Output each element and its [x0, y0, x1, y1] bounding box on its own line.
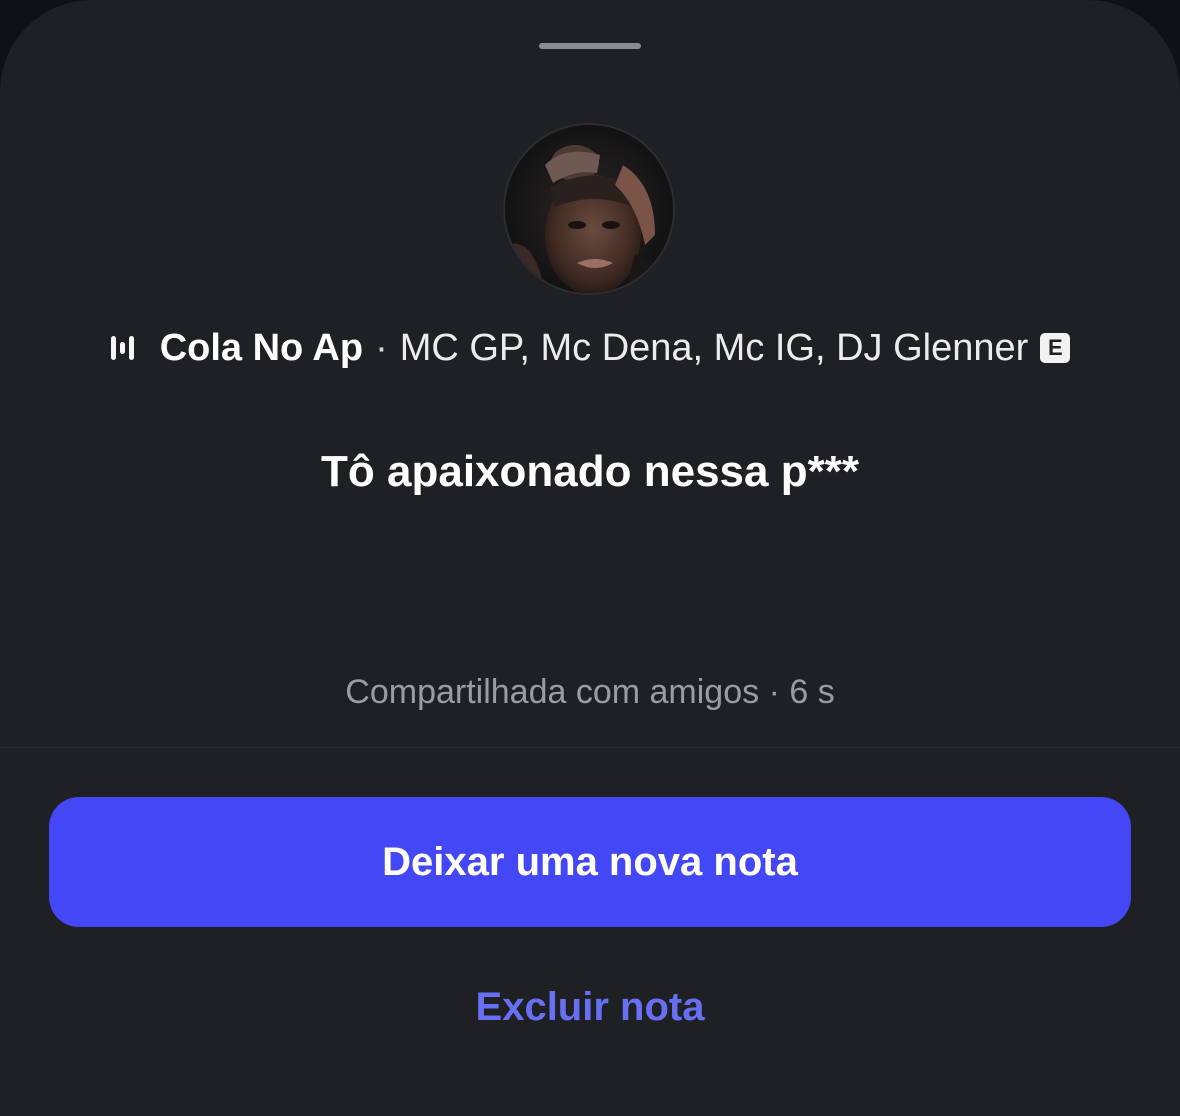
note-music-row[interactable]: Cola No Ap · MC GP, Mc Dena, Mc IG, DJ G…: [0, 320, 1180, 376]
sheet-grabber[interactable]: [539, 43, 641, 49]
delete-note-button[interactable]: Excluir nota: [340, 975, 840, 1039]
note-text: Tô apaixonado nessa p***: [321, 447, 859, 496]
avatar: [505, 125, 673, 293]
note-audience: Compartilhada com amigos: [345, 673, 760, 711]
meta-separator: ·: [768, 673, 780, 711]
note-age: 6 s: [789, 673, 835, 711]
bottom-sheet: Cola No Ap · MC GP, Mc Dena, Mc IG, DJ G…: [0, 0, 1180, 1116]
divider: [0, 747, 1180, 748]
note-meta: Compartilhada com amigos · 6 s: [0, 668, 1180, 716]
leave-new-note-button[interactable]: Deixar uma nova nota: [49, 797, 1131, 927]
song-artists: MC GP, Mc Dena, Mc IG, DJ Glenner: [399, 326, 1029, 369]
title-separator: ·: [375, 326, 388, 369]
explicit-badge: E: [1040, 333, 1071, 363]
audio-bars-icon: [110, 329, 142, 367]
avatar-photo: [505, 125, 673, 293]
song-title: Cola No Ap: [159, 326, 364, 369]
